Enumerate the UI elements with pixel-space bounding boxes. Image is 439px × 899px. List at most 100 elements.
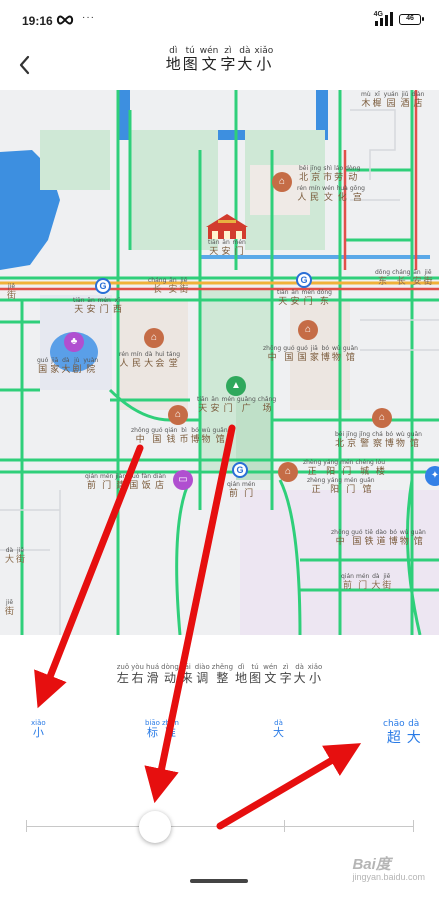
option-extra-large[interactable]: chāo 超 dà 大: [382, 719, 422, 745]
char: zì 字: [220, 46, 235, 73]
museum-icon[interactable]: ⌂: [278, 462, 298, 482]
pinyin: dòng: [345, 165, 361, 172]
pinyin: dà: [144, 351, 153, 358]
hanzi: 广: [241, 403, 251, 413]
font-size-panel: zuǒ 左 yòu 右 huá 滑 dòng 动 lái 来 diào 调 zhěng 整 dì 地 tú 图 wé…: [0, 635, 439, 899]
char: guó 国: [128, 473, 139, 490]
pinyin: ān: [87, 297, 95, 304]
map-preview[interactable]: ⌂ ⌂ ⌂ ⌂ ⌂ ⌂ ▲ ♣ ▭ ✦ G G G tiān 天 ān 安 mén 门 c…: [0, 90, 439, 635]
char: běi 北: [299, 165, 308, 182]
char: jiàn 建: [115, 473, 126, 490]
pinyin: wén: [199, 46, 219, 56]
char: yáng 阳: [327, 477, 342, 494]
char: dà 大: [294, 663, 306, 685]
hanzi: 国: [152, 434, 162, 444]
pinyin: chéng: [355, 459, 374, 466]
hanzi: 中: [135, 434, 145, 444]
hanzi: 物: [395, 438, 405, 448]
hanzi: 地: [235, 671, 248, 685]
hanzi: 街: [423, 276, 433, 286]
pinyin: bó: [385, 431, 394, 438]
hanzi: 门: [234, 246, 244, 256]
pinyin: mén: [99, 473, 114, 480]
hanzi: 国: [129, 480, 139, 490]
home-indicator[interactable]: [190, 879, 248, 883]
museum-icon[interactable]: ⌂: [144, 328, 164, 348]
hanzi: 酒: [400, 98, 410, 108]
pinyin: cháng: [392, 269, 411, 276]
park-icon[interactable]: ▲: [226, 376, 246, 396]
pinyin: qián: [341, 573, 354, 580]
hanzi: 图: [182, 56, 198, 73]
hanzi: 人: [297, 192, 307, 202]
pinyin: shì: [323, 165, 332, 172]
museum-icon[interactable]: ⌂: [298, 320, 318, 340]
hanzi: 天: [278, 296, 288, 306]
pinyin: rén: [297, 185, 307, 192]
hanzi: 钱: [166, 434, 176, 444]
hanzi: 大: [5, 554, 15, 564]
hanzi: 门: [358, 580, 368, 590]
pinyin: guǎn: [406, 431, 422, 438]
label-changan-street: cháng 长 ān 安 jiē 街: [147, 276, 189, 294]
hanzi: 滑: [146, 671, 159, 685]
pinyin: bó: [321, 345, 330, 352]
char: xiǎo 小: [308, 663, 323, 685]
pinyin: qián: [164, 427, 178, 434]
char: guǎn 馆: [343, 345, 358, 362]
hanzi: 大: [237, 56, 253, 73]
pinyin: rén: [119, 351, 129, 358]
hanzi: 超: [386, 729, 401, 745]
char: guǎng 广: [237, 396, 256, 413]
theatre-icon[interactable]: ♣: [64, 332, 84, 352]
hanzi: 物: [331, 352, 341, 362]
char: bì 币: [180, 427, 189, 444]
hanzi: 西: [112, 304, 122, 314]
pinyin: tiān: [208, 239, 220, 246]
pinyin: gōng: [349, 185, 365, 192]
museum-icon[interactable]: ⌂: [372, 408, 392, 428]
hanzi: 门: [303, 296, 313, 306]
char: mén 门: [98, 297, 111, 314]
museum-icon[interactable]: ⌂: [272, 172, 292, 192]
hanzi: 国: [38, 364, 48, 374]
char: qián 前: [341, 573, 354, 590]
hanzi: 家: [50, 364, 60, 374]
pinyin: huì: [155, 351, 165, 358]
slider-thumb[interactable]: [139, 811, 171, 843]
char: gōng 宫: [350, 185, 365, 202]
hanzi: 博: [320, 352, 330, 362]
pinyin: lái: [182, 663, 191, 671]
museum-icon[interactable]: ⌂: [168, 405, 188, 425]
char: dòng 动: [161, 663, 179, 685]
option-small[interactable]: xiǎo 小: [30, 719, 47, 739]
char: yuán 园: [384, 91, 399, 108]
metro-icon[interactable]: G: [232, 462, 248, 478]
pinyin: běi: [299, 165, 309, 172]
pinyin: guǎn: [342, 345, 358, 352]
option-large[interactable]: dà 大: [272, 719, 285, 739]
pinyin: diào: [194, 663, 210, 671]
battery-level: 46: [406, 14, 414, 22]
hanzi: 大: [293, 671, 306, 685]
pinyin: diàn: [411, 91, 425, 98]
pinyin: bì: [181, 427, 187, 434]
metro-icon[interactable]: G: [95, 278, 111, 294]
hanzi: 前: [342, 580, 352, 590]
hotel-icon[interactable]: ▭: [173, 470, 193, 490]
pinyin: xiǎo: [307, 663, 323, 671]
hanzi: 中: [267, 352, 277, 362]
metro-icon[interactable]: G: [296, 272, 312, 288]
char: guó 国: [297, 345, 308, 362]
hanzi: 标: [146, 727, 158, 739]
pinyin: fàn: [141, 473, 152, 480]
char: dōng 东: [317, 289, 332, 306]
pinyin: wén: [263, 663, 278, 671]
hanzi: 店: [413, 98, 423, 108]
slider-track[interactable]: [26, 826, 414, 827]
hanzi: 北: [335, 438, 345, 448]
pinyin: dōng: [375, 269, 391, 276]
pinyin: diàn: [153, 473, 166, 480]
option-standard[interactable]: biāo 标 zhǔn 准: [144, 719, 180, 739]
poi-icon[interactable]: ✦: [425, 466, 439, 486]
